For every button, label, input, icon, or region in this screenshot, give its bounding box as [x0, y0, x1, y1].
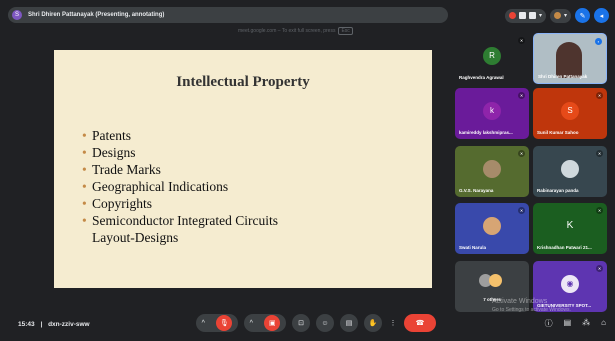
participant-tile[interactable]: S ✕ Sunil Kumar Sahoo	[533, 88, 607, 139]
slide: Intellectual Property • Patents • Designs …	[54, 50, 432, 288]
participant-name: Shri Dhiren Pattanayak	[538, 74, 588, 79]
more-options-icon[interactable]: ⋮	[388, 314, 398, 332]
captions-button[interactable]: ⊡	[292, 314, 310, 332]
slide-bullet: • Geographical Indications	[82, 179, 229, 194]
participant-video	[556, 42, 582, 78]
participant-tile[interactable]: ✕ Swati Narula	[455, 203, 529, 254]
slide-bullet-list: • Patents • Designs • Trade Marks • Geograph…	[82, 127, 278, 246]
participant-tile[interactable]: ✕ G.V.S. Narayana	[455, 146, 529, 197]
meeting-info: 15:43 | dxn-zziv-sww	[18, 321, 90, 328]
camera-off-icon[interactable]: ▣	[264, 315, 281, 331]
chevron-up-icon: ^	[249, 319, 253, 327]
participant-tile[interactable]: k ✕ kamireddy lakshmipras...	[455, 88, 529, 139]
participant-name: kamireddy lakshmipras...	[459, 130, 513, 135]
mic-off-icon: ✕	[518, 207, 525, 214]
reactions-pill[interactable]: ▾	[549, 8, 571, 23]
chevron-down-icon: ▾	[538, 13, 542, 19]
others-avatar-stack	[479, 274, 502, 287]
camera-control[interactable]: ^ ▣	[244, 314, 286, 332]
chevron-up-icon: ^	[201, 319, 205, 327]
raise-hand-button[interactable]: ✋	[364, 314, 382, 332]
mic-off-icon: ✕	[518, 37, 525, 44]
info-icon[interactable]: ⓘ	[545, 318, 553, 329]
mic-off-icon: ✕	[596, 265, 603, 272]
presenter-bar: S Shri Dhiren Pattanayak (Presenting, an…	[8, 7, 448, 23]
activities-icon[interactable]: ⁂	[582, 318, 590, 329]
meeting-time: 15:43	[18, 321, 35, 328]
mic-off-icon: ✕	[596, 150, 603, 157]
participant-name: Sunil Kumar Sahoo	[537, 130, 579, 135]
slide-bullet: • Copyrights	[82, 196, 153, 211]
presenter-avatar: S	[12, 10, 22, 20]
participant-name: Swati Narula	[459, 245, 487, 250]
participant-name: Rabinarayan panda	[537, 188, 579, 193]
participant-photo	[483, 159, 501, 178]
participant-tile[interactable]: R ✕ Raghvendra Agrawal	[455, 33, 529, 84]
avatar-stack-icon	[553, 12, 561, 19]
slide-bullet: • Patents	[82, 128, 131, 143]
participant-avatar: S	[561, 101, 579, 120]
mic-off-icon: ✕	[596, 207, 603, 214]
call-controls: ^ 🎙 ^ ▣ ⊡ ☺ ▤ ✋ ⋮ ☎	[196, 314, 436, 332]
mic-off-icon[interactable]: 🎙	[216, 315, 233, 331]
participant-name: Raghvendra Agrawal	[459, 75, 504, 80]
participant-tile[interactable]: K ✕ Krishnadhan Patwari 21...	[533, 203, 607, 254]
captions-icon	[518, 12, 526, 19]
emoji-button[interactable]: ☺	[316, 314, 334, 332]
slide-bullet: • Designs	[82, 145, 136, 160]
activate-windows-watermark: Activate Windows Go to Settings to activ…	[492, 298, 571, 313]
mic-off-icon: ✕	[518, 150, 525, 157]
participant-avatar: k	[483, 101, 501, 120]
presenter-title: Shri Dhiren Pattanayak (Presenting, anno…	[28, 12, 165, 18]
mic-off-icon: ✕	[596, 92, 603, 99]
layout-icon	[528, 12, 536, 19]
participant-photo	[483, 216, 501, 235]
participant-photo	[561, 159, 579, 178]
fullscreen-hint-text: meet.google.com – To exit full screen, p…	[238, 28, 336, 34]
participant-tile[interactable]: ✕ Rabinarayan panda	[533, 146, 607, 197]
participant-logo-icon: ◉	[561, 274, 579, 293]
presentation-stage: Intellectual Property • Patents • Designs …	[17, 38, 447, 288]
more-icon: ▾	[563, 13, 567, 19]
present-button[interactable]: ▤	[340, 314, 358, 332]
participant-avatar: R	[483, 46, 501, 65]
slide-bullet: • Trade Marks	[82, 162, 161, 177]
slide-bullet-continuation: Layout-Designs	[92, 230, 179, 245]
record-icon	[508, 12, 516, 19]
fullscreen-hint-key: Esc	[338, 27, 353, 35]
mic-control[interactable]: ^ 🎙	[196, 314, 238, 332]
people-icon[interactable]: ✎	[575, 8, 590, 23]
slide-title: Intellectual Property	[176, 74, 310, 90]
leave-call-button[interactable]: ☎	[404, 314, 436, 332]
fullscreen-hint: meet.google.com – To exit full screen, p…	[238, 26, 353, 36]
participant-avatar: K	[566, 220, 574, 232]
participant-name: Krishnadhan Patwari 21...	[537, 245, 592, 250]
top-right-toolbar: ▾ ▾ ✎ ◂	[504, 8, 609, 23]
side-controls: ⓘ ▤ ⁂ ⌂	[545, 318, 606, 329]
participant-tile-speaking[interactable]: ▪ Shri Dhiren Pattanayak	[533, 33, 607, 84]
participant-name: G.V.S. Narayana	[459, 188, 494, 193]
host-controls-icon[interactable]: ⌂	[601, 318, 606, 329]
speaker-icon[interactable]: ◂	[594, 8, 609, 23]
mic-off-icon: ✕	[518, 92, 525, 99]
speaking-icon: ▪	[595, 38, 602, 45]
recording-status-pill[interactable]: ▾	[504, 8, 546, 23]
slide-bullet: • Semiconductor Integrated Circuits	[82, 213, 278, 228]
chat-icon[interactable]: ▤	[564, 318, 572, 329]
meeting-code: dxn-zziv-sww	[48, 321, 90, 328]
